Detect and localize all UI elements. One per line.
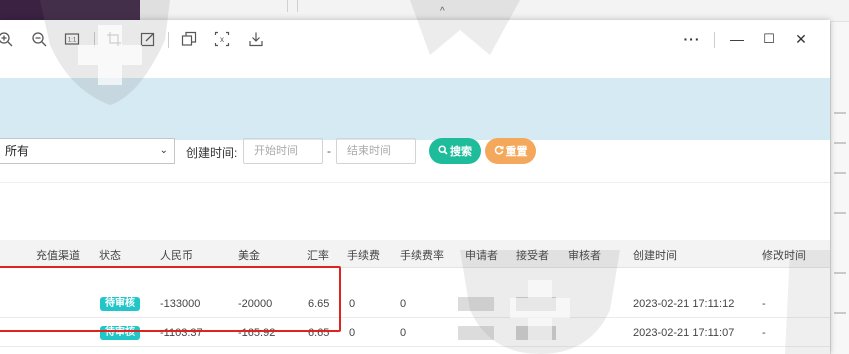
- toolbar-divider: [714, 32, 715, 48]
- column-header[interactable]: 状态: [99, 247, 121, 263]
- receiver-redacted: [516, 326, 556, 340]
- reset-button[interactable]: 重置: [485, 138, 536, 164]
- applicant-redacted: [458, 326, 494, 340]
- column-header[interactable]: 申请者: [465, 247, 498, 263]
- zoom-in-icon[interactable]: [0, 30, 14, 48]
- column-header[interactable]: 人民币: [160, 247, 193, 263]
- close-icon[interactable]: ✕: [792, 30, 810, 48]
- toolbar-divider: [168, 32, 169, 48]
- start-time-input[interactable]: 开始时间: [243, 138, 323, 164]
- fee-cell: 0: [349, 327, 356, 339]
- background-caret-icon: ^: [440, 6, 445, 17]
- search-button[interactable]: 搜索: [429, 138, 481, 164]
- zoom-out-icon[interactable]: [30, 30, 48, 48]
- receiver-redacted: [516, 297, 556, 311]
- page-banner: [0, 78, 830, 140]
- applicant-redacted: [458, 297, 494, 311]
- background-app: ^: [0, 0, 849, 22]
- created-time-label: 创建时间:: [186, 146, 238, 160]
- created-time-cell: 2023-02-21 17:11:12: [633, 298, 735, 310]
- svg-text:x: x: [220, 35, 224, 44]
- fee-rate-cell: 0: [400, 298, 407, 310]
- download-icon[interactable]: [247, 30, 265, 48]
- column-header[interactable]: 手续费: [347, 247, 380, 263]
- column-header[interactable]: 充值渠道: [36, 247, 80, 263]
- minimize-icon[interactable]: —: [728, 30, 746, 48]
- background-tab: [288, 0, 298, 12]
- copy-icon[interactable]: [180, 30, 198, 48]
- fit-icon[interactable]: 1:1: [63, 30, 81, 48]
- search-button-label: 搜索: [450, 146, 472, 158]
- viewer-toolbar: 1:1 x ··· — ☐ ✕: [0, 20, 830, 60]
- end-time-input[interactable]: 结束时间: [336, 138, 416, 164]
- column-header[interactable]: 手续费率: [400, 247, 444, 263]
- crop-icon[interactable]: [105, 30, 123, 48]
- created-time-cell: 2023-02-21 17:11:07: [633, 327, 735, 339]
- date-range-separator: -: [327, 144, 331, 158]
- section-divider: [0, 182, 830, 183]
- modified-time-cell: -: [762, 327, 766, 339]
- background-side-panel: [830, 22, 849, 354]
- fee-rate-cell: 0: [400, 327, 407, 339]
- maximize-icon[interactable]: ☐: [760, 30, 778, 48]
- chevron-down-icon: ⌄: [159, 145, 168, 156]
- status-filter-value: 所有: [5, 144, 30, 158]
- reset-button-label: 重置: [505, 146, 528, 158]
- svg-text:1:1: 1:1: [68, 38, 77, 44]
- background-tab: [248, 0, 288, 12]
- status-filter-select[interactable]: 所有 ⌄: [0, 138, 175, 164]
- extract-text-icon[interactable]: x: [213, 30, 231, 48]
- column-header[interactable]: 汇率: [307, 247, 329, 263]
- refresh-icon: [494, 145, 504, 158]
- search-icon: [438, 144, 448, 158]
- more-options-icon[interactable]: ···: [683, 30, 701, 48]
- background-app-header: [0, 0, 140, 22]
- column-header[interactable]: 创建时间: [633, 247, 677, 263]
- edit-icon[interactable]: [139, 30, 157, 48]
- fee-cell: 0: [349, 298, 356, 310]
- modified-time-cell: -: [762, 298, 766, 310]
- toolbar-divider: [94, 32, 95, 48]
- column-header[interactable]: 接受者: [516, 247, 549, 263]
- column-header[interactable]: 美金: [238, 247, 260, 263]
- highlight-annotation: [0, 266, 341, 332]
- column-header[interactable]: 修改时间: [762, 247, 806, 263]
- column-header[interactable]: 审核者: [568, 247, 601, 263]
